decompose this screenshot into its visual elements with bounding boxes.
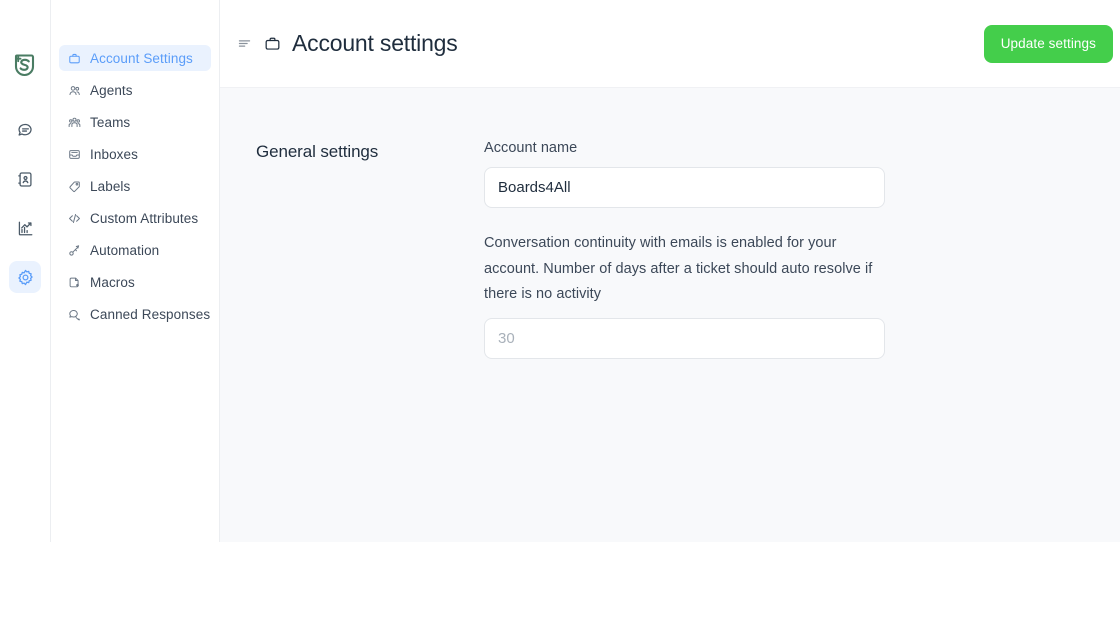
sidebar-item-label: Inboxes (90, 146, 138, 162)
rail-item-conversations[interactable] (9, 114, 41, 146)
account-name-label: Account name (484, 140, 578, 156)
briefcase-icon (263, 35, 281, 53)
general-settings-form: Account name Conversation continuity wit… (484, 140, 885, 359)
sidebar-item-labels[interactable]: Labels (59, 173, 211, 199)
automation-icon (67, 243, 81, 257)
rail-item-list (9, 114, 41, 293)
sidebar-item-custom-attributes[interactable]: Custom Attributes (59, 205, 211, 231)
canned-response-icon (67, 307, 81, 321)
inbox-icon (67, 147, 81, 161)
sidebar-item-label: Labels (90, 178, 131, 194)
section-title: General settings (256, 142, 379, 161)
rail-item-settings[interactable] (9, 261, 41, 293)
teams-icon (67, 115, 81, 129)
sidebar-item-account-settings[interactable]: Account Settings (59, 45, 211, 71)
page-header: Account settings Update settings (220, 0, 1120, 88)
sidebar-item-label: Account Settings (90, 50, 193, 66)
tag-icon (67, 179, 81, 193)
sidebar-item-label: Custom Attributes (90, 210, 199, 226)
settings-content: General settings Account name Conversati… (220, 88, 1120, 542)
agents-icon (67, 83, 81, 97)
sidebar-item-automation[interactable]: Automation (59, 237, 211, 263)
primary-nav-rail (0, 0, 51, 542)
auto-resolve-days-input[interactable] (484, 317, 885, 359)
rail-item-reports[interactable] (9, 212, 41, 244)
page-title: Account settings (292, 30, 458, 56)
list-collapse-icon[interactable] (236, 36, 252, 52)
sidebar-item-label: Automation (90, 242, 160, 258)
macros-icon (67, 275, 81, 289)
sidebar-item-label: Macros (90, 274, 135, 290)
sidebar-item-inboxes[interactable]: Inboxes (59, 141, 211, 167)
sidebar-item-canned-responses[interactable]: Canned Responses (59, 301, 211, 327)
briefcase-icon (67, 51, 81, 65)
sidebar-item-agents[interactable]: Agents (59, 77, 211, 103)
app-logo[interactable] (8, 48, 42, 82)
sidebar-item-teams[interactable]: Teams (59, 109, 211, 135)
sidebar-item-label: Teams (90, 114, 131, 130)
sidebar-item-label: Canned Responses (90, 306, 211, 322)
code-icon (67, 211, 81, 225)
sidebar-item-label: Agents (90, 82, 133, 98)
auto-resolve-help-text: Conversation continuity with emails is e… (484, 235, 873, 302)
account-name-input[interactable] (484, 167, 885, 208)
sidebar-item-macros[interactable]: Macros (59, 269, 211, 295)
update-settings-button[interactable]: Update settings (983, 24, 1113, 63)
settings-sidebar: Account Settings Agents Teams Inboxes La… (51, 0, 220, 542)
app-window: Account Settings Agents Teams Inboxes La… (0, 0, 1120, 542)
rail-item-contacts[interactable] (9, 163, 41, 195)
